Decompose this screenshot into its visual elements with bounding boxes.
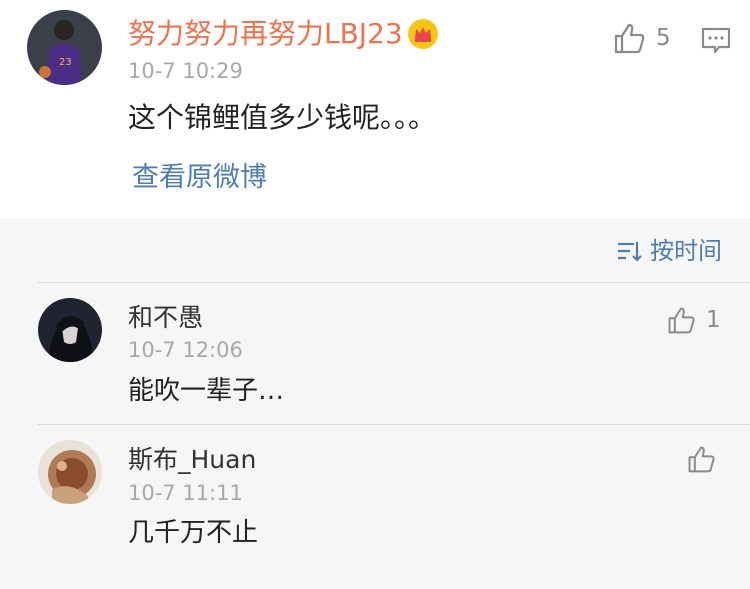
sort-by-time-button[interactable]: 按时间	[616, 234, 722, 268]
crown-icon	[407, 19, 438, 49]
like-button[interactable]: 1	[666, 302, 721, 338]
thumbs-up-icon	[668, 307, 695, 334]
sort-icon	[618, 242, 642, 262]
timestamp: 10-7 11:11	[128, 481, 243, 505]
username[interactable]: 斯布_Huan	[128, 442, 256, 478]
like-count: 1	[706, 307, 721, 333]
divider	[38, 424, 750, 425]
avatar[interactable]	[38, 298, 102, 362]
svg-text:23: 23	[59, 57, 72, 68]
username[interactable]: 努力努力再努力LBJ23	[128, 14, 403, 54]
avatar[interactable]	[38, 440, 102, 504]
reply-text: 几千万不止	[128, 518, 259, 548]
comment-text: 这个锦鲤值多少钱呢。。。	[128, 101, 437, 134]
username[interactable]: 和不愚	[128, 300, 203, 336]
view-original-link[interactable]: 查看原微博	[132, 158, 267, 198]
thumbs-up-icon	[688, 446, 715, 473]
timestamp: 10-7 12:06	[128, 338, 243, 362]
reply-text: 能吹一辈子…	[128, 376, 285, 406]
comment-page: 23 努力努力再努力LBJ23 10-7 10:29 这个锦鲤值多少钱呢。。。 …	[0, 0, 750, 589]
thumbs-up-icon	[614, 23, 645, 54]
avatar[interactable]: 23	[27, 10, 102, 85]
timestamp: 10-7 10:29	[128, 59, 243, 83]
comment-icon	[701, 27, 731, 54]
username-row: 努力努力再努力LBJ23	[128, 14, 439, 54]
main-comment-card: 23 努力努力再努力LBJ23 10-7 10:29 这个锦鲤值多少钱呢。。。 …	[0, 0, 750, 218]
like-button[interactable]: 5	[612, 20, 671, 56]
like-button[interactable]	[686, 444, 726, 474]
like-count: 5	[656, 25, 671, 51]
reply-button[interactable]	[700, 24, 732, 56]
divider	[38, 282, 750, 283]
sort-label: 按时间	[650, 237, 722, 265]
